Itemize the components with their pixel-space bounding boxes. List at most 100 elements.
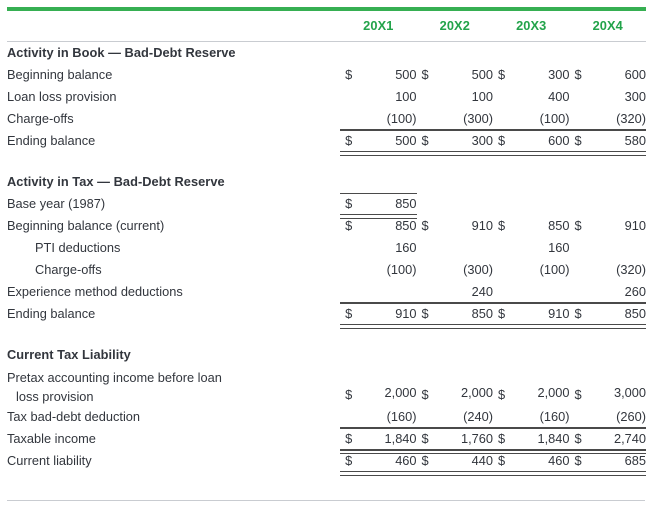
currency-symbol: $: [421, 453, 429, 468]
currency-symbol: $: [421, 431, 429, 446]
money-cell: 300: [569, 86, 646, 108]
column-header-20x2: 20X2: [439, 18, 470, 33]
money-cell: $850: [416, 303, 494, 329]
money-cell: (260): [569, 406, 646, 428]
money-cell: (320): [569, 259, 646, 281]
money-value: (240): [463, 409, 494, 424]
money-value: 600: [548, 133, 570, 148]
money-cell: $460: [493, 450, 570, 476]
currency-symbol: $: [574, 387, 582, 402]
money-cell: (100): [493, 259, 570, 281]
money-value: 500: [471, 67, 494, 82]
table-row: Taxable income $1,840 $1,760 $1,840 $2,740: [7, 428, 646, 454]
row-label-header: [7, 15, 340, 40]
money-value: 300: [548, 67, 570, 82]
empty-cell: [340, 344, 416, 366]
currency-symbol: $: [345, 387, 353, 402]
money-value: (100): [386, 111, 417, 126]
money-value: 300: [471, 133, 494, 148]
money-value: 160: [548, 240, 570, 255]
currency-symbol: $: [421, 387, 429, 402]
money-cell: (240): [417, 406, 493, 428]
money-cell: [569, 193, 646, 215]
money-cell: $910: [493, 303, 570, 329]
currency-symbol: $: [421, 133, 429, 148]
money-value: (100): [539, 111, 570, 126]
money-cell: [569, 237, 646, 259]
money-cell: $600: [569, 64, 646, 86]
section-title: Activity in Tax — Bad-Debt Reserve: [7, 174, 225, 189]
money-cell: 100: [417, 86, 493, 108]
money-cell: (300): [417, 259, 493, 281]
financial-table-sheet: 20X1 20X2 20X3 20X4 Activity in Book — B…: [0, 7, 653, 510]
table-row: Beginning balance (current) $850 $910 $850 $…: [7, 215, 646, 237]
money-cell: (320): [569, 108, 646, 130]
table-row: Pretax accounting income before loan loss…: [7, 366, 646, 406]
money-value: 1,840: [384, 431, 417, 446]
money-value: 500: [395, 133, 417, 148]
money-value: 580: [624, 133, 646, 148]
money-value: 2,740: [613, 431, 646, 446]
row-label: Ending balance: [7, 306, 96, 321]
currency-symbol: $: [421, 218, 429, 233]
money-value: 3,000: [613, 385, 646, 400]
money-value: 850: [395, 218, 417, 233]
table-row: PTI deductions 160 160: [7, 237, 646, 259]
row-label: Tax bad-debt deduction: [7, 409, 141, 424]
money-cell: $1,840: [493, 428, 570, 454]
money-cell: $910: [569, 215, 646, 237]
money-value: 500: [395, 67, 417, 82]
money-cell: $910: [417, 215, 493, 237]
money-cell: (100): [340, 108, 417, 130]
table-row: Base year (1987) $850: [7, 193, 646, 219]
money-value: 100: [395, 89, 417, 104]
row-label: Current liability: [7, 453, 92, 468]
table-body: Activity in Book — Bad-Debt Reserve Begin…: [7, 42, 646, 480]
money-value: 850: [548, 218, 570, 233]
money-cell: $500: [340, 130, 418, 156]
currency-symbol: $: [498, 133, 506, 148]
money-value: 2,000: [537, 385, 570, 400]
empty-cell: [417, 171, 493, 193]
money-value: 2,000: [384, 385, 417, 400]
row-label: Charge-offs: [7, 111, 74, 126]
empty-cell: [340, 171, 416, 193]
money-cell: $850: [340, 215, 416, 237]
row-label: Pretax accounting income before loan loss…: [7, 366, 340, 406]
money-cell: 240: [417, 281, 493, 303]
row-label: Taxable income: [7, 431, 96, 446]
currency-symbol: $: [574, 453, 582, 468]
money-cell: $300: [493, 64, 569, 86]
empty-cell: [493, 171, 569, 193]
currency-symbol: $: [574, 133, 582, 148]
currency-symbol: $: [498, 453, 506, 468]
currency-symbol: $: [345, 306, 353, 321]
empty-cell: [493, 42, 569, 65]
money-value: (260): [616, 409, 646, 424]
money-value: 910: [471, 218, 494, 233]
table-row: Current liability $460 $440 $460 $685: [7, 450, 646, 476]
money-cell: $460: [340, 450, 418, 476]
row-label: Loan loss provision: [7, 89, 117, 104]
money-cell: (100): [493, 108, 570, 130]
currency-symbol: $: [498, 218, 506, 233]
money-cell: $1,840: [340, 428, 418, 454]
money-cell: $500: [340, 64, 416, 86]
section-title: Activity in Book — Bad-Debt Reserve: [7, 45, 236, 60]
empty-cell: [417, 42, 493, 65]
money-value: 850: [624, 306, 646, 321]
money-cell: (160): [340, 406, 417, 428]
currency-symbol: $: [498, 431, 506, 446]
money-cell: $2,000: [493, 366, 569, 406]
table-row: Ending balance $500 $300 $600 $580: [7, 130, 646, 156]
row-label: Base year (1987): [7, 196, 106, 211]
money-cell: $850: [569, 303, 646, 329]
empty-cell: [493, 344, 569, 366]
empty-cell: [569, 42, 646, 65]
section-title: Current Tax Liability: [7, 347, 131, 362]
row-label-line2: loss provision: [16, 389, 94, 404]
currency-symbol: $: [574, 67, 582, 82]
money-value: (100): [386, 262, 417, 277]
money-value: (320): [616, 262, 646, 277]
column-header-20x3: 20X3: [516, 18, 547, 33]
